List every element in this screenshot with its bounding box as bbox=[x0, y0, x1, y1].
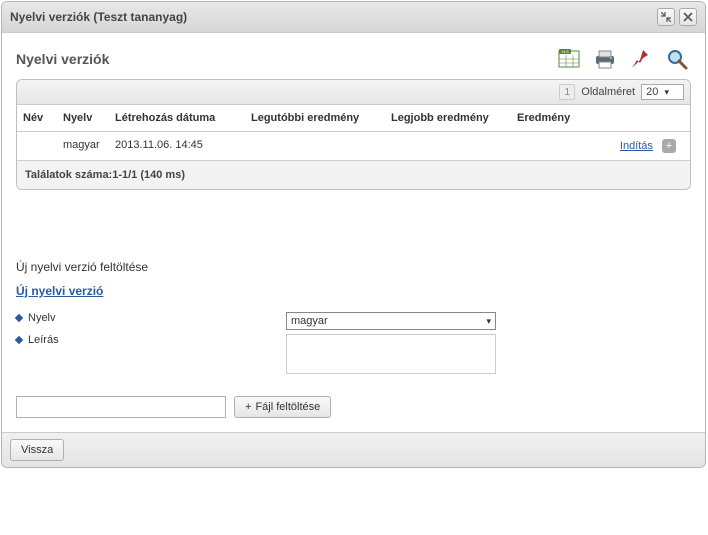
pager-size-value: 20 bbox=[646, 86, 658, 98]
col-header-last[interactable]: Legutóbbi eredmény bbox=[245, 105, 385, 131]
excel-icon: XLS bbox=[557, 47, 581, 71]
dialog-body: Nyelvi verziók XLS 1 Oldalméret bbox=[2, 33, 705, 432]
upload-row: + Fájl feltöltése bbox=[16, 396, 691, 418]
cell-name bbox=[17, 132, 57, 160]
printer-icon bbox=[593, 47, 617, 71]
plus-icon: + bbox=[245, 401, 251, 413]
language-label: Nyelv bbox=[16, 312, 286, 324]
col-header-name[interactable]: Név bbox=[17, 105, 57, 131]
pager-size-label: Oldalméret bbox=[581, 86, 635, 98]
expand-row-button[interactable]: + bbox=[662, 139, 676, 153]
svg-text:XLS: XLS bbox=[561, 49, 569, 54]
pager-size-select[interactable]: 20 ▾ bbox=[641, 84, 684, 100]
back-button[interactable]: Vissza bbox=[10, 439, 64, 461]
close-icon bbox=[683, 12, 693, 22]
magnifier-icon bbox=[665, 47, 689, 71]
cell-result bbox=[511, 132, 610, 160]
pin-icon bbox=[629, 47, 653, 71]
chevron-down-icon: ▾ bbox=[486, 316, 491, 327]
col-header-language[interactable]: Nyelv bbox=[57, 105, 109, 131]
pin-button[interactable] bbox=[627, 45, 655, 73]
file-upload-button[interactable]: + Fájl feltöltése bbox=[234, 396, 331, 418]
file-path-input[interactable] bbox=[16, 396, 226, 418]
grid-header-row: Név Nyelv Létrehozás dátuma Legutóbbi er… bbox=[17, 105, 690, 132]
dialog-footer: Vissza bbox=[2, 432, 705, 467]
language-select-value: magyar bbox=[291, 315, 328, 327]
panel-tools: XLS bbox=[555, 45, 691, 73]
col-header-result[interactable]: Eredmény bbox=[511, 105, 690, 131]
print-button[interactable] bbox=[591, 45, 619, 73]
bullet-icon bbox=[15, 314, 23, 322]
dialog-title: Nyelvi verziók (Teszt tananyag) bbox=[10, 10, 653, 24]
cell-best bbox=[385, 132, 511, 160]
bullet-icon bbox=[15, 336, 23, 344]
form-row-description: Leírás bbox=[16, 334, 691, 374]
col-header-best[interactable]: Legjobb eredmény bbox=[385, 105, 511, 131]
start-link[interactable]: Indítás bbox=[620, 140, 653, 152]
form-row-language: Nyelv magyar ▾ bbox=[16, 312, 691, 330]
upload-section: Új nyelvi verzió feltöltése Új nyelvi ve… bbox=[16, 260, 691, 418]
cell-last bbox=[245, 132, 385, 160]
pager-current-page[interactable]: 1 bbox=[559, 84, 575, 100]
new-version-link[interactable]: Új nyelvi verzió bbox=[16, 284, 103, 298]
search-button[interactable] bbox=[663, 45, 691, 73]
export-excel-button[interactable]: XLS bbox=[555, 45, 583, 73]
col-header-created[interactable]: Létrehozás dátuma bbox=[109, 105, 245, 131]
panel-title: Nyelvi verziók bbox=[16, 51, 555, 67]
expand-icon bbox=[661, 12, 671, 22]
grid-pager: 1 Oldalméret 20 ▾ bbox=[17, 80, 690, 105]
description-textarea[interactable] bbox=[286, 334, 496, 374]
cell-created: 2013.11.06. 14:45 bbox=[109, 132, 245, 160]
maximize-button[interactable] bbox=[657, 8, 675, 26]
dialog-window: Nyelvi verziók (Teszt tananyag) Nyelvi v… bbox=[1, 1, 706, 468]
table-row: magyar 2013.11.06. 14:45 Indítás + bbox=[17, 132, 690, 161]
grid-footer: Találatok száma:1-1/1 (140 ms) bbox=[17, 161, 690, 189]
cell-language: magyar bbox=[57, 132, 109, 160]
description-label: Leírás bbox=[16, 334, 286, 346]
cell-action: Indítás + bbox=[610, 132, 690, 160]
upload-caption: Új nyelvi verzió feltöltése bbox=[16, 260, 691, 274]
grid: 1 Oldalméret 20 ▾ Név Nyelv Létrehozás d… bbox=[16, 79, 691, 190]
titlebar: Nyelvi verziók (Teszt tananyag) bbox=[2, 2, 705, 33]
language-select[interactable]: magyar ▾ bbox=[286, 312, 496, 330]
panel-header: Nyelvi verziók XLS bbox=[16, 45, 691, 73]
chevron-down-icon: ▾ bbox=[664, 87, 669, 97]
close-button[interactable] bbox=[679, 8, 697, 26]
